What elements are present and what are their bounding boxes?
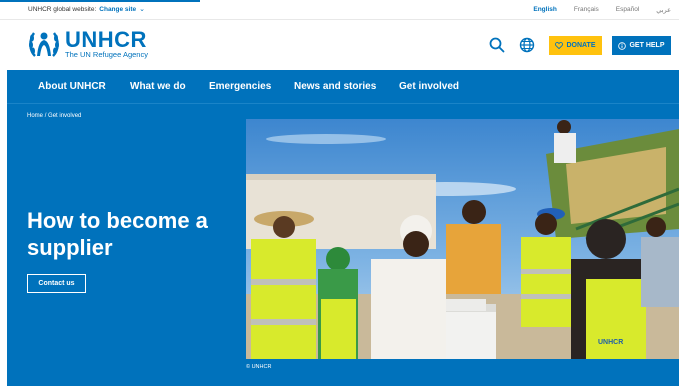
global-site-label: UNHCR global website: xyxy=(28,6,97,13)
language-spanish[interactable]: Español xyxy=(616,6,640,14)
nav-item-emergencies[interactable]: Emergencies xyxy=(209,81,271,92)
breadcrumb-current[interactable]: Get involved xyxy=(48,113,81,119)
language-switcher: English Français Español عربي xyxy=(533,6,671,14)
nav-item-what-we-do[interactable]: What we do xyxy=(130,81,186,92)
breadcrumb-home[interactable]: Home xyxy=(27,113,43,119)
nav-item-about[interactable]: About UNHCR xyxy=(38,81,106,92)
language-arabic[interactable]: عربي xyxy=(656,6,671,14)
hero-photo: UNHCR xyxy=(246,119,679,359)
heart-icon xyxy=(555,42,564,49)
get-help-button[interactable]: GET HELP xyxy=(612,36,671,55)
donate-button[interactable]: DONATE xyxy=(549,36,602,55)
language-french[interactable]: Français xyxy=(574,6,599,14)
main-nav: About UNHCR What we do Emergencies News … xyxy=(7,70,679,104)
nav-item-news-and-stories[interactable]: News and stories xyxy=(294,81,376,92)
laurel-logo-icon xyxy=(29,32,59,57)
info-icon xyxy=(618,41,627,50)
logo-wordmark: UNHCR xyxy=(65,27,147,52)
site-header: UNHCR The UN Refugee Agency DONATE GET H… xyxy=(0,20,679,70)
vest-logo-text: UNHCR xyxy=(598,339,623,346)
logo-tagline: The UN Refugee Agency xyxy=(65,50,148,59)
contact-us-button[interactable]: Contact us xyxy=(27,274,86,293)
language-english[interactable]: English xyxy=(533,6,556,14)
change-site-link[interactable]: Change site xyxy=(99,6,136,13)
page-title: How to become a supplier xyxy=(27,208,208,260)
breadcrumb-separator: / xyxy=(44,113,47,119)
nav-item-get-involved[interactable]: Get involved xyxy=(399,81,459,92)
photo-credit: © UNHCR xyxy=(246,364,272,370)
global-site-selector[interactable]: UNHCR global website: Change site ⌄ xyxy=(28,6,145,13)
chevron-down-icon: ⌄ xyxy=(139,6,145,13)
global-topbar: UNHCR global website: Change site ⌄ Engl… xyxy=(0,0,679,20)
breadcrumb: Home / Get involved xyxy=(27,113,81,119)
hero-photo-illustration: UNHCR xyxy=(246,119,679,359)
globe-icon[interactable] xyxy=(519,37,535,53)
get-help-label: GET HELP xyxy=(629,42,665,49)
search-icon[interactable] xyxy=(489,37,505,53)
page-load-indicator xyxy=(0,0,200,2)
hero-section: Home / Get involved How to become a supp… xyxy=(7,104,679,386)
unhcr-logo[interactable]: UNHCR The UN Refugee Agency xyxy=(27,28,148,60)
donate-label: DONATE xyxy=(566,42,596,49)
